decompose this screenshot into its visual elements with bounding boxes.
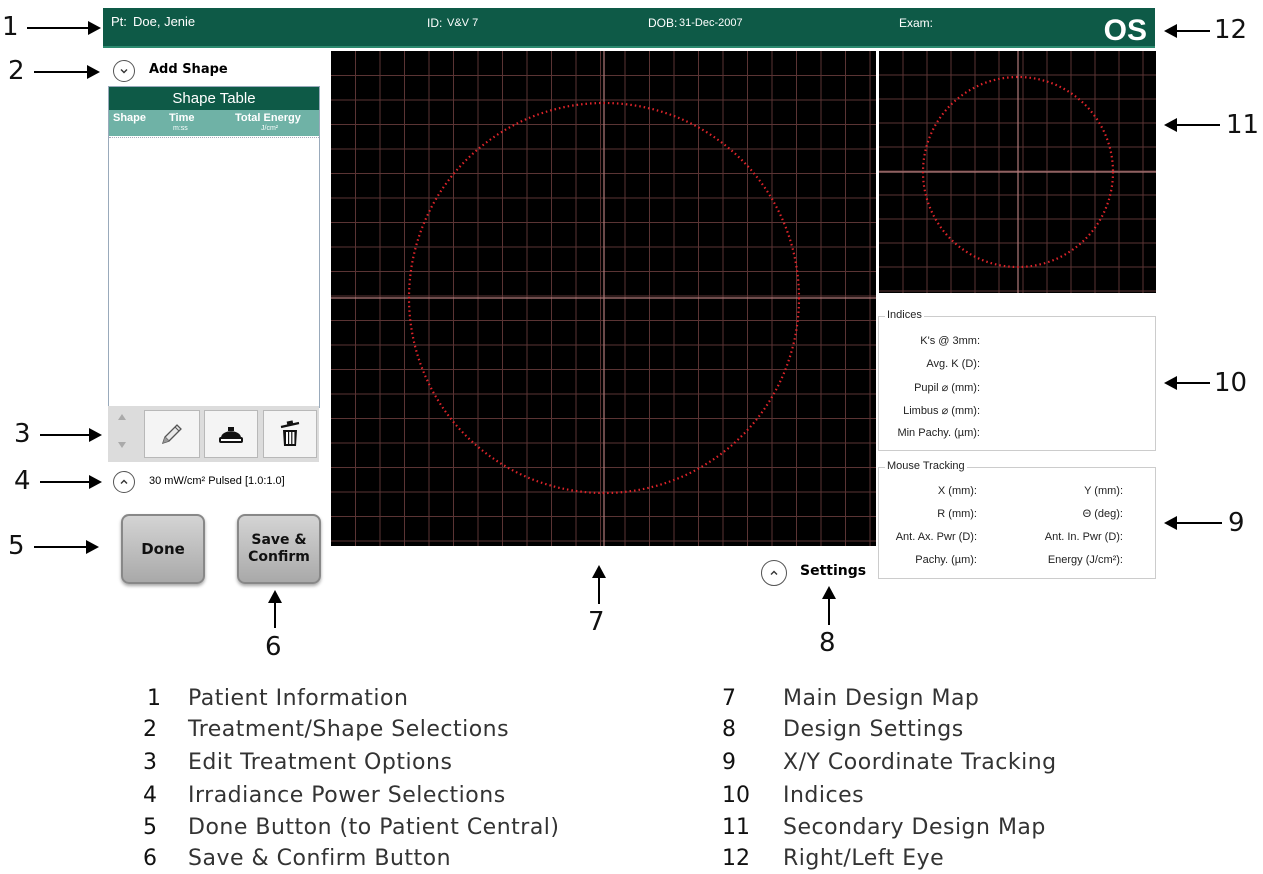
save-confirm-label: Save & Confirm bbox=[248, 532, 310, 566]
callout-5: 5 bbox=[8, 531, 25, 561]
index-label: Avg. K (D): bbox=[926, 358, 980, 370]
patient-label: Pt: bbox=[111, 14, 127, 29]
col-time-unit: m:ss bbox=[173, 125, 188, 132]
delete-shape-button[interactable] bbox=[263, 410, 317, 458]
callout-3: 3 bbox=[14, 419, 31, 449]
callout-7: 7 bbox=[588, 607, 605, 637]
legend-text: Secondary Design Map bbox=[783, 815, 1046, 840]
col-shape: Shape bbox=[113, 112, 147, 124]
legend-number: 8 bbox=[722, 717, 736, 742]
tracking-label: X (mm): bbox=[937, 485, 977, 497]
chevron-up-icon[interactable] bbox=[761, 560, 787, 586]
legend-text: Indices bbox=[783, 783, 865, 808]
secondary-map-canvas[interactable] bbox=[879, 51, 1156, 293]
col-time: Time bbox=[169, 112, 195, 124]
main-design-map[interactable] bbox=[331, 51, 876, 546]
tracking-label: R (mm): bbox=[937, 508, 977, 520]
callout-2: 2 bbox=[8, 56, 25, 86]
shape-table-header: Shape Time m:ss Total Energy J/cm² bbox=[109, 110, 319, 136]
shape-table[interactable]: Shape Table Shape Time m:ss Total Energy… bbox=[108, 86, 320, 408]
mouse-tracking-title: Mouse Tracking bbox=[885, 460, 967, 472]
add-shape-button[interactable]: Add Shape bbox=[149, 62, 228, 77]
legend-text: Right/Left Eye bbox=[783, 846, 945, 871]
id-label: ID: bbox=[427, 16, 443, 30]
chevron-up-icon[interactable] bbox=[113, 471, 135, 493]
triangle-up-icon[interactable] bbox=[118, 414, 126, 420]
shape-table-body[interactable] bbox=[109, 137, 319, 407]
callout-8: 8 bbox=[819, 628, 836, 658]
legend-text: Main Design Map bbox=[783, 686, 980, 711]
id-value: V&V 7 bbox=[447, 17, 479, 29]
edit-shape-button[interactable] bbox=[144, 410, 200, 458]
col-energy-unit: J/cm² bbox=[261, 125, 279, 132]
save-confirm-button[interactable]: Save & Confirm bbox=[237, 514, 321, 584]
legend-number: 5 bbox=[143, 815, 157, 840]
index-label: Min Pachy. (µm): bbox=[897, 427, 980, 439]
callout-11: 11 bbox=[1226, 110, 1260, 140]
indices-panel: Indices K's @ 3mm: Avg. K (D): Pupil ⌀ (… bbox=[878, 309, 1156, 451]
lamp-icon bbox=[219, 427, 243, 443]
legend-number: 6 bbox=[143, 846, 157, 871]
settings-button[interactable]: Settings bbox=[800, 563, 866, 579]
edit-treatment-bar bbox=[108, 406, 319, 462]
callout-6: 6 bbox=[265, 632, 282, 662]
tracking-label: Θ (deg): bbox=[1082, 508, 1123, 520]
legend-number: 3 bbox=[143, 750, 157, 775]
col-total-energy: Total Energy bbox=[235, 112, 301, 124]
secondary-design-map[interactable] bbox=[879, 51, 1156, 293]
legend-number: 4 bbox=[143, 783, 157, 808]
main-map-canvas[interactable] bbox=[331, 51, 876, 546]
legend-text: Irradiance Power Selections bbox=[188, 783, 506, 808]
legend-text: Treatment/Shape Selections bbox=[188, 717, 510, 742]
tracking-label: Ant. Ax. Pwr (D): bbox=[895, 531, 977, 543]
callout-9: 9 bbox=[1228, 508, 1245, 538]
callout-12: 12 bbox=[1214, 15, 1248, 45]
legend-text: Edit Treatment Options bbox=[188, 750, 453, 775]
done-button-label: Done bbox=[141, 540, 185, 558]
trash-icon bbox=[280, 420, 300, 446]
triangle-down-icon[interactable] bbox=[118, 442, 126, 448]
index-label: Limbus ⌀ (mm): bbox=[903, 405, 980, 417]
tracking-label: Y (mm): bbox=[1084, 485, 1123, 497]
legend-number: 9 bbox=[722, 750, 736, 775]
legend-text: Save & Confirm Button bbox=[188, 846, 452, 871]
dob-label: DOB: bbox=[648, 16, 678, 30]
tracking-label: Energy (J/cm²): bbox=[1047, 554, 1123, 566]
legend-text: Design Settings bbox=[783, 717, 964, 742]
legend-text: Patient Information bbox=[188, 686, 409, 711]
tracking-label: Pachy. (µm): bbox=[915, 554, 977, 566]
legend-text: X/Y Coordinate Tracking bbox=[783, 750, 1057, 775]
irradiance-selection[interactable]: 30 mW/cm² Pulsed [1.0:1.0] bbox=[149, 475, 285, 487]
legend-number: 12 bbox=[722, 846, 750, 871]
tracking-label: Ant. In. Pwr (D): bbox=[1044, 531, 1123, 543]
legend-number: 10 bbox=[722, 783, 750, 808]
legend-number: 2 bbox=[143, 717, 157, 742]
index-label: Pupil ⌀ (mm): bbox=[914, 382, 980, 394]
pencil-icon bbox=[161, 424, 182, 445]
exam-label: Exam: bbox=[899, 16, 934, 30]
callout-1: 1 bbox=[2, 12, 19, 42]
patient-header: Pt: Doe, Jenie ID: V&V 7 DOB: 31-Dec-200… bbox=[103, 8, 1155, 48]
legend-number: 7 bbox=[722, 686, 736, 711]
callout-4: 4 bbox=[14, 466, 31, 496]
callout-10: 10 bbox=[1214, 368, 1248, 398]
eye-indicator[interactable]: OS bbox=[1104, 14, 1147, 48]
patient-name: Doe, Jenie bbox=[133, 14, 196, 29]
legend-text: Done Button (to Patient Central) bbox=[188, 815, 560, 840]
chevron-down-icon[interactable] bbox=[113, 60, 135, 82]
save-label-line1: Save & bbox=[251, 532, 307, 549]
legend-number: 1 bbox=[147, 686, 161, 711]
save-label-line2: Confirm bbox=[248, 549, 310, 565]
legend-number: 11 bbox=[722, 815, 750, 840]
shape-table-title: Shape Table bbox=[109, 87, 319, 110]
done-button[interactable]: Done bbox=[121, 514, 205, 584]
lamp-button[interactable] bbox=[204, 410, 258, 458]
mouse-tracking-panel: Mouse Tracking X (mm): R (mm): Ant. Ax. … bbox=[878, 460, 1156, 579]
index-label: K's @ 3mm: bbox=[920, 335, 980, 347]
indices-title: Indices bbox=[885, 309, 924, 321]
dob-value: 31-Dec-2007 bbox=[679, 17, 743, 29]
